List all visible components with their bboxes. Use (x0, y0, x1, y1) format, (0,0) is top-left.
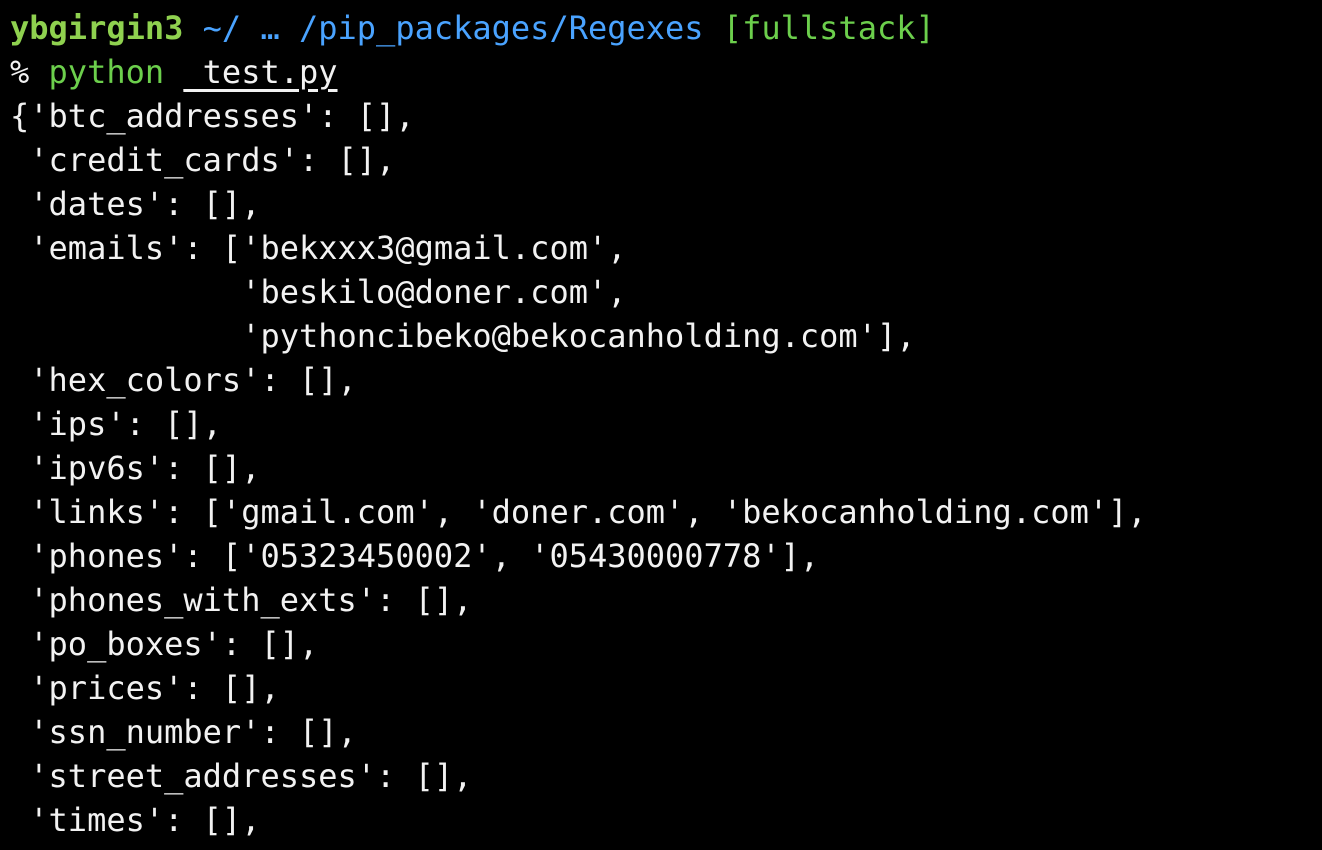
output-line: 'pythoncibeko@bekocanholding.com'], (10, 317, 916, 355)
prompt-branch: [fullstack] (722, 9, 935, 47)
prompt-symbol: % (10, 53, 30, 91)
output-line: 'beskilo@doner.com', (10, 273, 627, 311)
output-line: 'street_addresses': [], (10, 757, 473, 795)
command-name: python (48, 53, 165, 91)
output-line: 'prices': [], (10, 669, 280, 707)
output-line: 'times': [], (10, 801, 261, 839)
command-line[interactable]: % python _test.py (10, 50, 1322, 94)
output-line: 'phones': ['05323450002', '05430000778']… (10, 537, 820, 575)
output-line: 'dates': [], (10, 185, 261, 223)
output-line: 'credit_cards': [], (10, 141, 396, 179)
output-line: 'ssn_number': [], (10, 713, 357, 751)
output-line: 'po_boxes': [], (10, 625, 319, 663)
output-line: 'ips': [], (10, 405, 222, 443)
output-line: {'btc_addresses': [], (10, 97, 415, 135)
prompt-line: ybgirgin3 ~/ … /pip_packages/Regexes [fu… (10, 6, 1322, 50)
output-line: 'ipv6s': [], (10, 449, 261, 487)
output-line: 'phones_with_exts': [], (10, 581, 473, 619)
output-line: 'links': ['gmail.com', 'doner.com', 'bek… (10, 493, 1147, 531)
command-argument: _test.py (183, 53, 338, 91)
terminal-window[interactable]: ybgirgin3 ~/ … /pip_packages/Regexes [fu… (0, 0, 1322, 850)
prompt-user: ybgirgin3 (10, 9, 184, 47)
output-line: 'emails': ['bekxxx3@gmail.com', (10, 229, 627, 267)
prompt-path: ~/ … /pip_packages/Regexes (202, 9, 704, 47)
output-block: {'btc_addresses': [], 'credit_cards': []… (10, 94, 1322, 842)
output-line: 'hex_colors': [], (10, 361, 357, 399)
